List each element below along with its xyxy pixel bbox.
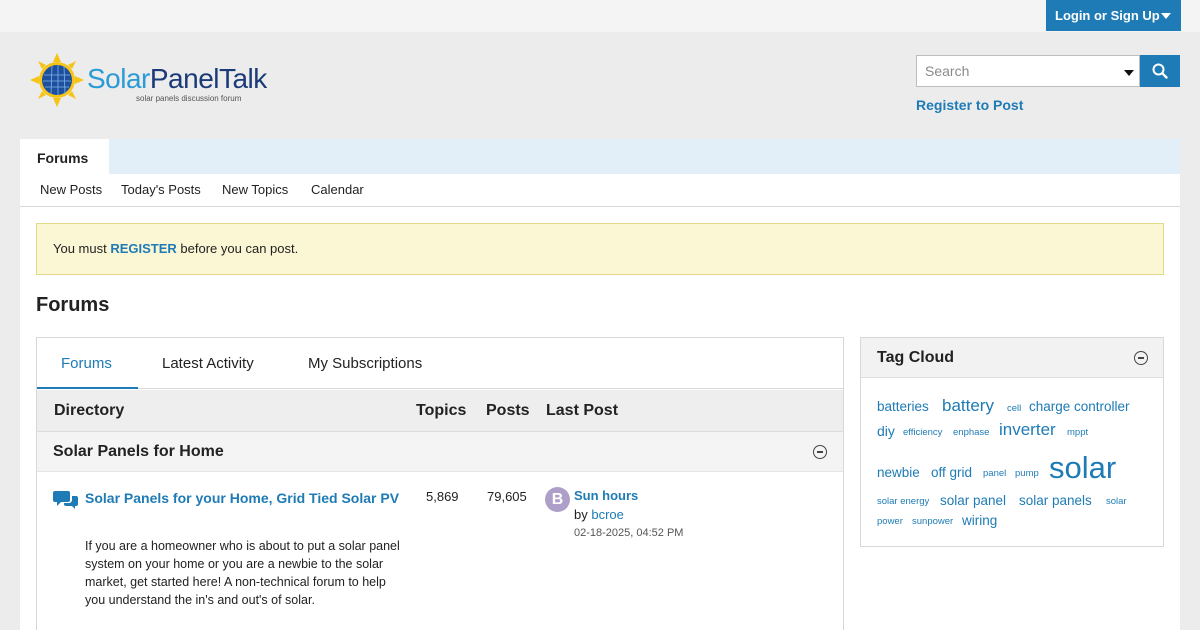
logo-text: SolarPanelTalk [87,63,267,94]
tag-link[interactable]: cell [1007,404,1021,414]
tag-link[interactable]: solar panels [1019,494,1092,508]
search-button[interactable] [1140,55,1180,87]
directory-header: Directory Topics Posts Last Post [37,390,843,432]
collapse-icon[interactable] [813,445,827,459]
col-posts: Posts [486,402,530,419]
tag-cloud-widget: Tag Cloud batteries battery cell charge … [860,337,1164,547]
tag-link[interactable]: power [877,517,903,527]
tag-link[interactable]: newbie [877,466,920,480]
last-post-title-link[interactable]: Sun hours [574,488,638,503]
forum-row: Solar Panels for your Home, Grid Tied So… [37,472,843,630]
subnav-new-posts[interactable]: New Posts [40,182,102,197]
caret-down-icon [1124,70,1134,76]
tag-link[interactable]: sunpower [912,517,953,527]
tag-link[interactable]: off grid [931,466,972,480]
tag-link[interactable]: efficiency [903,428,942,438]
tag-link[interactable]: panel [983,469,1006,479]
register-notice: You must REGISTER before you can post. [36,223,1164,275]
tag-link[interactable]: enphase [953,428,989,438]
forum-title-link[interactable]: Solar Panels for your Home, Grid Tied So… [85,488,405,509]
tag-link[interactable]: inverter [999,421,1056,438]
search-options-button[interactable] [1119,55,1140,87]
search-input[interactable] [917,56,1119,86]
search-box [916,55,1120,87]
page-title: Forums [36,294,110,316]
top-bar: Login or Sign Up [0,0,1200,32]
active-tab-indicator [37,387,138,389]
tag-cloud-title: Tag Cloud [877,349,955,366]
tag-link[interactable]: solar panel [940,494,1006,508]
nav-tab-forums[interactable]: Forums [20,139,109,174]
subnav-todays-posts[interactable]: Today's Posts [121,182,201,197]
main-content: You must REGISTER before you can post. F… [20,207,1180,630]
tag-link[interactable]: solar [1106,497,1127,507]
logo-tagline: solar panels discussion forum [136,94,242,103]
subnav-calendar[interactable]: Calendar [311,182,364,197]
tab-my-subscriptions[interactable]: My Subscriptions [308,355,422,372]
tag-link[interactable]: mppt [1067,428,1088,438]
chat-bubbles-icon [53,491,78,509]
tag-link[interactable]: solar [1049,452,1116,483]
last-post-author: by bcroe [574,507,624,522]
register-to-post-link[interactable]: Register to Post [916,97,1023,113]
collapse-icon[interactable] [1134,351,1148,365]
forum-directory: Forums Latest Activity My Subscriptions … [36,337,844,630]
main-nav: Forums [20,139,1180,174]
tag-link[interactable]: charge controller [1029,400,1130,414]
tab-forums[interactable]: Forums [61,355,112,372]
notice-register-link[interactable]: REGISTER [110,241,176,256]
tag-link[interactable]: battery [942,397,994,414]
forum-topics-count: 5,869 [426,489,459,504]
search-icon [1152,63,1168,79]
col-directory: Directory [54,402,125,419]
forum-description: If you are a homeowner who is about to p… [85,539,400,607]
subnav-new-topics[interactable]: New Topics [222,182,288,197]
tag-link[interactable]: pump [1015,469,1039,479]
tag-link[interactable]: wiring [962,514,997,528]
last-post-date: 02-18-2025, 04:52 PM [574,527,684,539]
category-title[interactable]: Solar Panels for Home [53,443,224,461]
sun-logo-icon [30,53,84,107]
tag-cloud-header: Tag Cloud [861,338,1163,378]
forum-tabs: Forums Latest Activity My Subscriptions [37,338,843,389]
forum-posts-count: 79,605 [487,489,527,504]
category-row: Solar Panels for Home [37,432,843,472]
avatar[interactable]: B [545,487,570,512]
col-topics: Topics [416,402,467,419]
chevron-down-icon [1161,13,1171,19]
last-post-user-link[interactable]: bcroe [591,507,624,522]
sub-nav: New Posts Today's Posts New Topics Calen… [20,174,1180,207]
tag-link[interactable]: batteries [877,400,929,414]
login-signup-label: Login or Sign Up [1055,8,1160,23]
login-signup-button[interactable]: Login or Sign Up [1046,0,1181,31]
col-last-post: Last Post [546,402,619,419]
tag-link[interactable]: solar energy [877,497,929,507]
tag-link[interactable]: diy [877,424,895,438]
tab-latest-activity[interactable]: Latest Activity [162,355,254,372]
site-logo[interactable]: SolarPanelTalk solar panels discussion f… [30,53,300,109]
